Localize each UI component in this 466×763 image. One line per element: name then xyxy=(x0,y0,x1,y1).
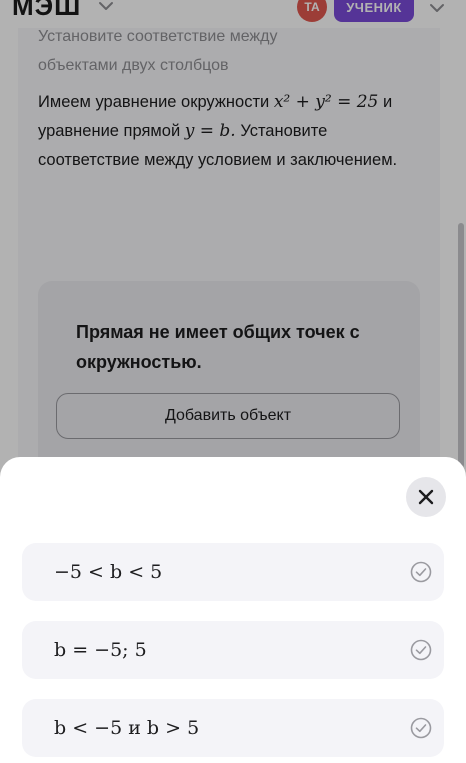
option-item[interactable]: b = −5; 5 xyxy=(22,621,444,679)
close-icon xyxy=(418,489,434,505)
option-label: b < −5 и b > 5 xyxy=(54,717,200,739)
option-item[interactable]: b < −5 и b > 5 xyxy=(22,699,444,757)
close-button[interactable] xyxy=(406,477,446,517)
options-bottom-sheet: −5 < b < 5 b = −5; 5 b < −5 и b > 5 xyxy=(0,457,466,763)
check-circle-icon xyxy=(410,561,432,583)
check-circle-icon xyxy=(410,717,432,739)
option-item[interactable]: −5 < b < 5 xyxy=(22,543,444,601)
option-label: −5 < b < 5 xyxy=(54,561,163,583)
option-label: b = −5; 5 xyxy=(54,639,147,661)
check-circle-icon xyxy=(410,639,432,661)
